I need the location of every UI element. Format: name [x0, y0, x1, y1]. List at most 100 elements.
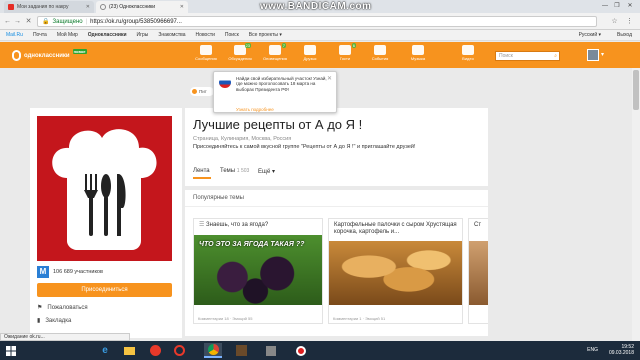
- back-icon[interactable]: ←: [3, 17, 12, 26]
- taskbar: e ENG 19:52 09.03.2018: [0, 341, 640, 360]
- close-window-icon[interactable]: ✕: [625, 2, 635, 10]
- star-icon[interactable]: ☆: [610, 17, 619, 26]
- video-icon: [462, 45, 474, 55]
- edge-icon[interactable]: e: [96, 343, 114, 358]
- tab-more[interactable]: Ещё ▾: [258, 168, 275, 175]
- friends-icon: [304, 45, 316, 55]
- portal-link[interactable]: Все проекты ▾: [249, 32, 282, 38]
- game-icon[interactable]: [232, 343, 250, 358]
- bookmark-link[interactable]: ▮ Закладка: [37, 317, 71, 325]
- lock-icon: 🔒: [42, 19, 50, 25]
- search-input[interactable]: Поиск ⌕: [495, 51, 560, 61]
- tab-label: (23) Одноклассники: [109, 4, 155, 10]
- secure-label: Защищено: [52, 18, 83, 25]
- members-count[interactable]: M 106 689 участников: [37, 266, 103, 278]
- bell-icon: 7: [269, 43, 286, 55]
- chef-hat-icon: [52, 129, 157, 250]
- join-button[interactable]: Присоединиться: [37, 283, 172, 297]
- close-icon[interactable]: ✕: [86, 4, 90, 10]
- minimize-icon[interactable]: —: [600, 2, 610, 10]
- topic-card[interactable]: Ст: [468, 218, 488, 324]
- group-header: Лучшие рецепты от А до Я ! Страница, Кул…: [185, 108, 488, 186]
- url-input[interactable]: 🔒 Защищено | https://ok.ru/group/5385096…: [37, 16, 597, 27]
- language-indicator[interactable]: ENG: [587, 347, 598, 353]
- chrome-icon[interactable]: [204, 343, 222, 358]
- chat-icon: 23: [234, 43, 251, 55]
- learn-more-link[interactable]: Узнать подробнее: [236, 107, 274, 112]
- members-icon: M: [37, 266, 49, 278]
- portal-link[interactable]: Почта: [33, 32, 47, 38]
- chevron-down-icon[interactable]: ▾: [601, 51, 604, 58]
- yandex-icon[interactable]: [146, 343, 164, 358]
- nav-discussions[interactable]: 23 Обсуждения: [227, 43, 253, 61]
- nav-notifications[interactable]: 7 Оповещения: [262, 43, 288, 61]
- potato-sticks-image: [329, 241, 462, 305]
- topic-title: ☰ Знаешь, что за ягода?: [199, 222, 269, 228]
- close-icon[interactable]: ✕: [180, 4, 184, 10]
- address-bar: ← → ✕ 🔒 Защищено | https://ok.ru/group/5…: [0, 13, 640, 30]
- cube-icon[interactable]: [262, 343, 280, 358]
- topic-stats: Комментарии 1 · Эмоций 51: [333, 316, 386, 321]
- topic-title: Ст: [474, 222, 482, 228]
- nav-messages[interactable]: Сообщения: [193, 45, 219, 61]
- topic-stats: Комментарии 18 · Эмоций 55: [198, 316, 253, 321]
- nav-friends[interactable]: Друзья: [297, 45, 323, 61]
- avatar[interactable]: [587, 49, 599, 61]
- ok-logo[interactable]: одноклассники новое: [12, 49, 87, 61]
- maximize-icon[interactable]: ❐: [612, 2, 622, 10]
- tab-ok[interactable]: (23) Одноклассники ✕: [96, 1, 188, 13]
- portal-link[interactable]: Знакомства: [158, 32, 185, 38]
- group-meta: Страница, Кулинария, Москва, Россия: [193, 136, 292, 142]
- russia-flag-icon: [219, 77, 231, 88]
- music-icon: [412, 45, 424, 55]
- nav-music[interactable]: Музыка: [405, 45, 431, 61]
- ok-logo-text: одноклассники: [24, 52, 70, 59]
- url-text: https://ok.ru/group/53850966697...: [90, 18, 182, 25]
- stop-icon[interactable]: ✕: [24, 17, 33, 26]
- clock[interactable]: 19:52 09.03.2018: [609, 344, 634, 356]
- group-avatar[interactable]: [37, 116, 172, 261]
- close-icon[interactable]: ✕: [327, 75, 332, 82]
- menu-icon[interactable]: ⋮: [625, 17, 634, 26]
- gift-chip[interactable]: Пит: [190, 87, 214, 96]
- ok-toolbar: одноклассники новое Сообщения 23 Обсужден…: [0, 42, 640, 68]
- active-tab-indicator: [193, 177, 211, 179]
- bookmark-icon: ▮: [37, 318, 41, 324]
- opera-icon[interactable]: [170, 343, 188, 358]
- language-select[interactable]: Русский ▾: [579, 32, 601, 38]
- portal-link[interactable]: Mail.Ru: [6, 32, 23, 38]
- topic-image: [469, 241, 488, 305]
- portal-link[interactable]: Новости: [196, 32, 215, 38]
- search-icon: ⌕: [554, 53, 557, 59]
- topic-card[interactable]: ☰ Знаешь, что за ягода? ЧТО ЭТО ЗА ЯГОДА…: [193, 218, 323, 324]
- bandicam-icon[interactable]: [292, 343, 310, 358]
- nav-guests[interactable]: 6 Гости: [332, 43, 358, 61]
- complain-link[interactable]: ⚑ Пожаловаться: [37, 304, 88, 312]
- portal-bar: Mail.Ru Почта Мой Мир Одноклассники Игры…: [0, 30, 640, 41]
- nav-events[interactable]: События: [367, 45, 393, 61]
- scrollbar[interactable]: [632, 68, 640, 341]
- youtube-icon: [8, 4, 14, 10]
- portal-link[interactable]: Мой Мир: [57, 32, 78, 38]
- portal-link[interactable]: Поиск: [225, 32, 239, 38]
- tab-tasks[interactable]: Мои задания по накру ✕: [4, 1, 94, 13]
- notification-text: Найди свой избирательный участок! Узнай,…: [236, 76, 327, 92]
- portal-link[interactable]: Игры: [137, 32, 149, 38]
- topic-card[interactable]: Картофельные палочки с сыром Хрустящая к…: [328, 218, 463, 324]
- tab-topics[interactable]: Темы 1 503: [220, 168, 249, 174]
- ok-logo-icon: [12, 50, 21, 61]
- start-icon[interactable]: [2, 343, 20, 358]
- status-bar: Ожидание ok.ru...: [0, 333, 130, 341]
- scrollbar-thumb[interactable]: [633, 70, 639, 110]
- browser-tab-bar: Мои задания по накру ✕ (23) Одноклассник…: [0, 0, 640, 13]
- tab-feed[interactable]: Лента: [193, 168, 210, 174]
- topic-title: Картофельные палочки с сыром Хрустящая к…: [334, 222, 457, 235]
- text-icon: ☰: [199, 222, 207, 228]
- explorer-icon[interactable]: [120, 343, 138, 358]
- exit-link[interactable]: Выход: [617, 32, 632, 38]
- forward-icon[interactable]: →: [13, 17, 22, 26]
- nav-video[interactable]: Видео: [455, 45, 481, 61]
- group-description: Присоединяйтесь к самой вкусной группе "…: [193, 144, 416, 150]
- election-notification: Найди свой избирательный участок! Узнай,…: [213, 71, 337, 113]
- portal-link[interactable]: Одноклассники: [88, 32, 127, 38]
